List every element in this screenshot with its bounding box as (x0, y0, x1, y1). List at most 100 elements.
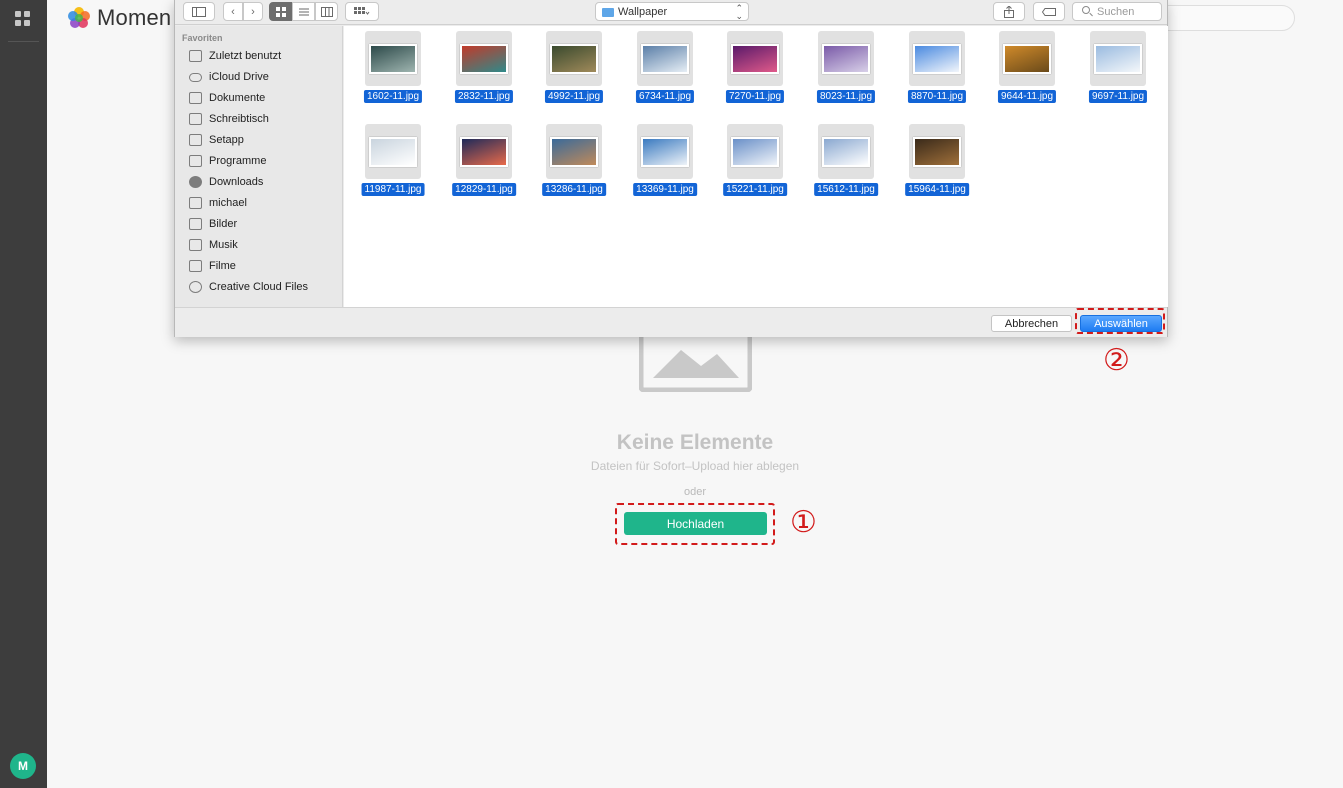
file-item[interactable]: 9697-11.jpg (1088, 28, 1148, 118)
image-thumbnail (731, 137, 779, 167)
location-popup[interactable]: Wallpaper ⌃ ⌄ (595, 2, 749, 21)
tag-icon (1042, 7, 1056, 16)
thumbnail-frame (727, 31, 783, 86)
forward-button[interactable]: › (243, 2, 263, 21)
sidebar-item-applications[interactable]: Programme (189, 152, 266, 170)
file-name-label: 15221-11.jpg (723, 183, 787, 196)
image-thumbnail (641, 137, 689, 167)
sidebar-item-downloads[interactable]: Downloads (189, 173, 263, 191)
file-item[interactable]: 15221-11.jpg (723, 121, 787, 211)
file-item[interactable]: 1602-11.jpg (363, 28, 423, 118)
sidebar-item-setapp[interactable]: Setapp (189, 131, 244, 149)
search-placeholder: Suchen (1097, 6, 1135, 18)
camera-icon (189, 218, 202, 230)
file-name-label: 12829-11.jpg (452, 183, 516, 196)
file-name-label: 4992-11.jpg (544, 90, 604, 103)
sidebar-item-label: Dokumente (209, 92, 266, 104)
file-item[interactable]: 4992-11.jpg (544, 28, 604, 118)
file-item[interactable]: 2832-11.jpg (454, 28, 514, 118)
file-open-dialog: ‹ › Wallpaper ⌃ ⌄ Suchen Favoriten Zulet… (174, 0, 1168, 337)
sidebar-item-documents[interactable]: Dokumente (189, 89, 265, 107)
document-icon (189, 92, 202, 104)
sidebar-item-icloud[interactable]: iCloud Drive (189, 68, 269, 86)
file-name-label: 8870-11.jpg (907, 90, 967, 103)
empty-state-or: oder (683, 486, 707, 498)
share-button[interactable] (993, 2, 1025, 21)
file-item[interactable]: 15964-11.jpg (905, 121, 969, 211)
dialog-footer: Abbrechen Auswählen (175, 307, 1167, 337)
image-thumbnail (913, 137, 961, 167)
column-view-button[interactable] (315, 2, 338, 21)
file-item[interactable]: 11987-11.jpg (361, 121, 425, 211)
updown-chevron-icon: ⌃ ⌄ (735, 3, 743, 21)
apps-icon (189, 155, 202, 167)
chevron-left-icon: ‹ (231, 5, 235, 18)
sidebar-item-desktop[interactable]: Schreibtisch (189, 110, 269, 128)
file-item[interactable]: 12829-11.jpg (452, 121, 516, 211)
sidebar-item-movies[interactable]: Filme (189, 257, 236, 275)
sidebar-item-home[interactable]: michael (189, 194, 247, 212)
upload-button[interactable]: Hochladen (624, 512, 767, 535)
apps-grid-icon[interactable] (15, 11, 31, 27)
thumbnail-frame (456, 31, 512, 86)
file-item[interactable]: 13369-11.jpg (633, 121, 697, 211)
sidebar-item-label: Schreibtisch (209, 113, 269, 125)
file-item[interactable]: 6734-11.jpg (635, 28, 695, 118)
file-item[interactable]: 9644-11.jpg (997, 28, 1057, 118)
sidebar-item-pictures[interactable]: Bilder (189, 215, 237, 233)
image-thumbnail (550, 44, 598, 74)
tag-button[interactable] (1033, 2, 1065, 21)
file-item[interactable]: 15612-11.jpg (814, 121, 878, 211)
search-icon (1082, 6, 1090, 14)
file-item[interactable]: 8023-11.jpg (816, 28, 876, 118)
photos-logo-icon (68, 7, 90, 28)
app-search-input[interactable] (1150, 5, 1295, 31)
file-item[interactable]: 13286-11.jpg (542, 121, 606, 211)
image-thumbnail (369, 44, 417, 74)
thumbnail-frame (818, 31, 874, 86)
list-view-button[interactable] (292, 2, 315, 21)
sidebar-item-recent[interactable]: Zuletzt benutzt (189, 47, 281, 65)
thumbnail-frame (909, 31, 965, 86)
sidebar-toggle-button[interactable] (183, 2, 215, 21)
arrange-menu-button[interactable] (345, 2, 379, 21)
thumbnail-frame (727, 124, 783, 179)
download-icon (189, 176, 202, 188)
image-thumbnail (550, 137, 598, 167)
folder-icon (189, 134, 202, 146)
thumbnail-frame (637, 124, 693, 179)
back-button[interactable]: ‹ (223, 2, 243, 21)
location-label: Wallpaper (618, 6, 668, 18)
file-item[interactable]: 8870-11.jpg (907, 28, 967, 118)
sidebar-item-label: michael (209, 197, 247, 209)
file-name-label: 7270-11.jpg (725, 90, 785, 103)
left-rail: M (0, 0, 47, 788)
sidebar-item-label: Downloads (209, 176, 264, 188)
thumbnail-frame (818, 124, 874, 179)
user-avatar[interactable]: M (10, 753, 36, 779)
film-icon (189, 260, 202, 272)
sidebar-item-label: Musik (209, 239, 238, 251)
image-thumbnail (641, 44, 689, 74)
file-item[interactable]: 7270-11.jpg (725, 28, 785, 118)
annotation-step-1: ① (790, 505, 817, 540)
cloud-icon (189, 72, 202, 82)
thumbnail-frame (546, 124, 602, 179)
icon-view-button[interactable] (269, 2, 292, 21)
thumbnail-frame (456, 124, 512, 179)
app-title: Momen (97, 5, 172, 30)
dialog-search-field[interactable]: Suchen (1072, 2, 1162, 21)
sidebar-item-creative-cloud[interactable]: Creative Cloud Files (189, 278, 308, 296)
image-thumbnail (731, 44, 779, 74)
sidebar-header: Favoriten (182, 33, 223, 43)
image-thumbnail (822, 137, 870, 167)
file-name-label: 15964-11.jpg (905, 183, 969, 196)
dialog-sidebar: Favoriten Zuletzt benutzt iCloud Drive D… (175, 26, 343, 307)
sidebar-item-music[interactable]: Musik (189, 236, 238, 254)
image-thumbnail (822, 44, 870, 74)
share-icon (1004, 5, 1014, 18)
sidebar-item-label: Filme (209, 260, 236, 272)
thumbnail-frame (637, 31, 693, 86)
cancel-button[interactable]: Abbrechen (991, 315, 1072, 332)
arrange-grid-icon (354, 6, 370, 15)
